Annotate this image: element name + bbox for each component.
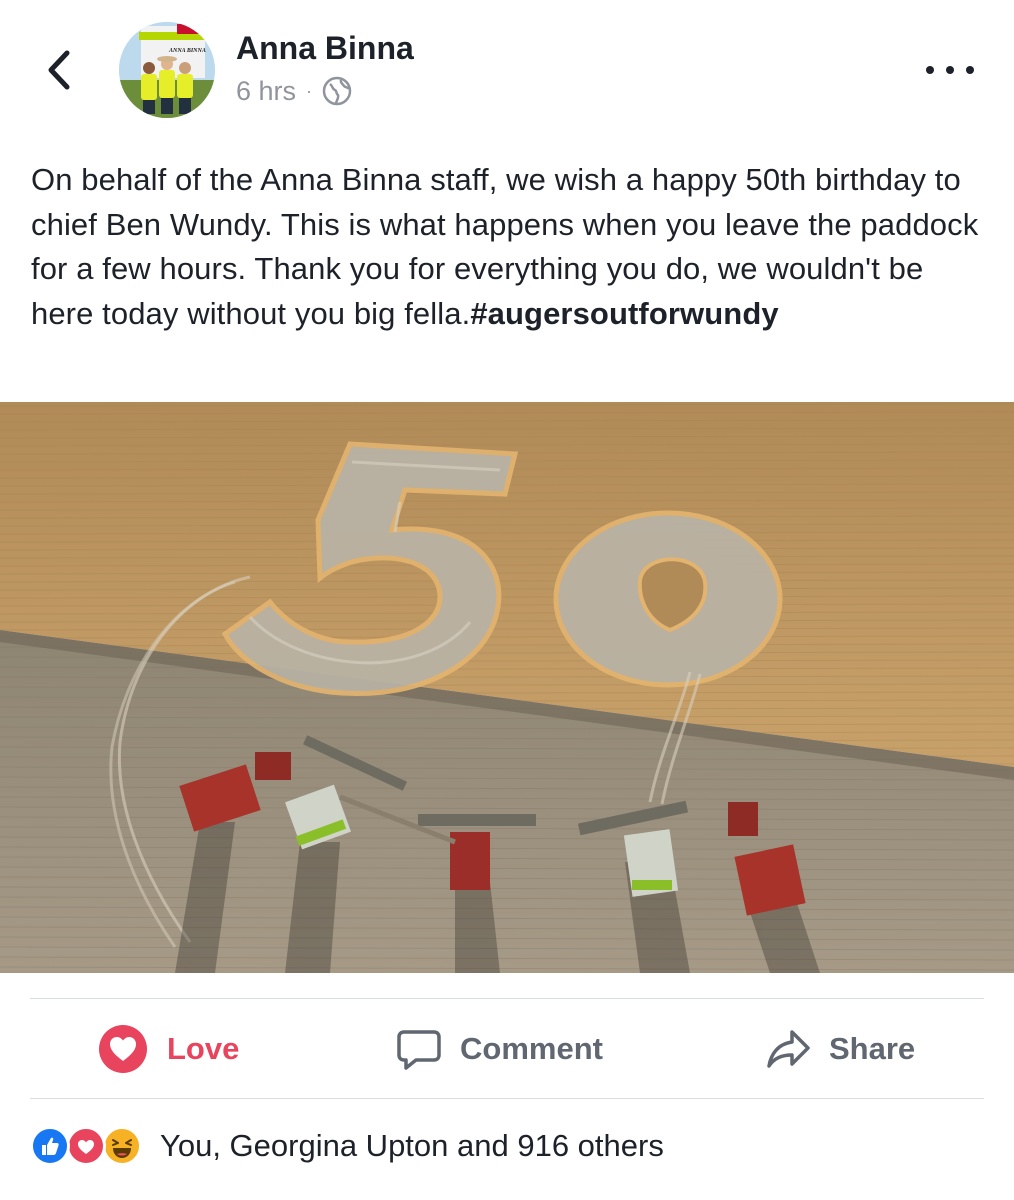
back-button[interactable] [36,46,80,94]
like-icon [30,1126,70,1166]
comment-button[interactable]: Comment [396,1022,603,1076]
comment-label: Comment [460,1031,603,1066]
comment-icon [397,1030,441,1070]
share-icon [767,1030,810,1068]
reaction-icons [30,1124,148,1168]
actions-divider-top [30,998,984,999]
love-button[interactable]: Love [97,1022,239,1076]
share-label: Share [829,1031,916,1066]
post-time[interactable]: 6 hrs [236,76,296,107]
meta-separator: · [306,80,313,101]
avatar-image: ANNA BINNA [119,22,215,118]
more-options-button[interactable] [926,58,974,82]
globe-icon [322,76,352,106]
dot-icon [966,66,974,74]
love-label: Love [167,1031,240,1066]
post-photo[interactable] [0,402,1014,973]
actions-divider-bottom [30,1098,984,1099]
reactions-summary[interactable]: You, Georgina Upton and 916 others [30,1122,664,1170]
avatar-banner-text: ANNA BINNA [168,48,206,54]
post-author[interactable]: Anna Binna [236,28,414,68]
avatar[interactable]: ANNA BINNA [119,22,215,118]
chevron-left-icon [48,50,70,90]
reaction-summary-text: You, Georgina Upton and 916 others [160,1128,664,1163]
haha-icon [102,1126,142,1166]
dot-icon [946,66,954,74]
love-reaction-icon [99,1025,147,1073]
post-meta: 6 hrs · [236,74,352,108]
share-button[interactable]: Share [765,1022,915,1076]
harvest-50-image [0,402,1014,973]
dot-icon [926,66,934,74]
post-actions: Love Comment Share [0,1000,1014,1098]
love-icon [66,1126,106,1166]
hashtag-link[interactable]: #augersoutforwundy [470,296,778,331]
post-text: On behalf of the Anna Binna staff, we wi… [31,158,981,336]
